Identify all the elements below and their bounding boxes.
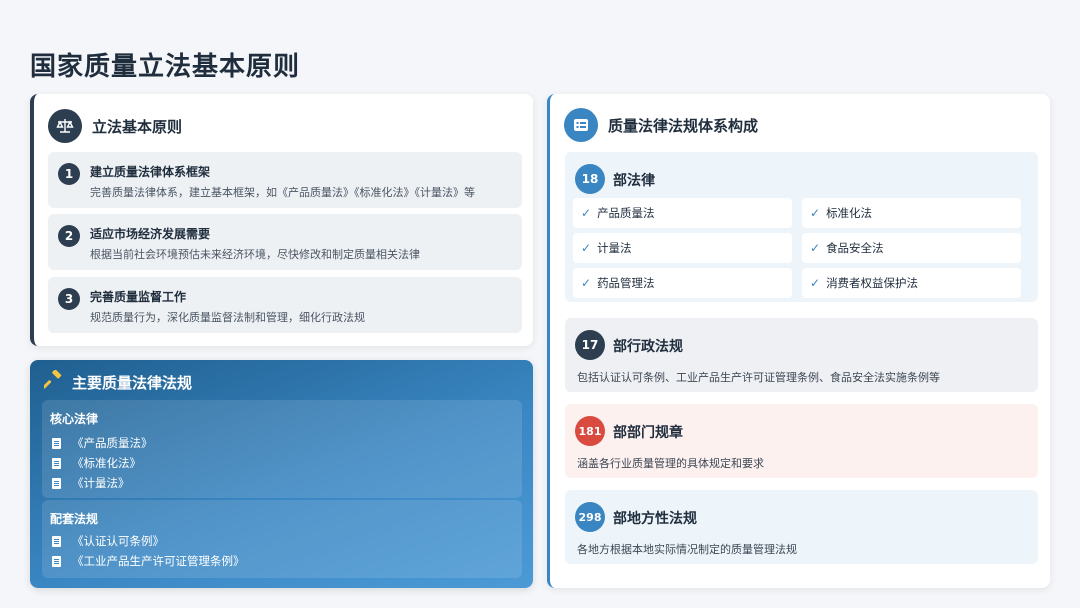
- law-chip: ✓ 标准化法: [802, 198, 1021, 228]
- system-card: 质量法律法规体系构成 18 部法律 ✓ 产品质量法 ✓ 标准化法 ✓ 计量法 ✓ 食品安…: [547, 94, 1050, 588]
- document-icon: [52, 437, 61, 449]
- principle-desc: 规范质量行为，深化质量监督法制和管理，细化行政法规: [90, 311, 365, 324]
- dept-label: 部部门规章: [613, 425, 683, 441]
- laws-block: 18 部法律 ✓ 产品质量法 ✓ 标准化法 ✓ 计量法 ✓ 食品安全法 ✓ 药品管理法 ✓…: [565, 152, 1038, 302]
- page-title: 国家质量立法基本原则: [30, 52, 301, 82]
- dept-rules-block: 181 部部门规章 涵盖各行业质量管理的具体规定和要求: [565, 404, 1038, 478]
- law-chip: ✓ 消费者权益保护法: [802, 268, 1021, 298]
- number-badge: 3: [58, 288, 80, 310]
- check-icon: ✓: [810, 241, 821, 255]
- principle-item-2: 2 适应市场经济发展需要 根据当前社会环境预估未来经济环境，尽快修改和制定质量相…: [48, 214, 522, 270]
- principle-title: 建立质量法律体系框架: [90, 165, 211, 179]
- law-list-item: 《产品质量法》: [52, 435, 153, 451]
- document-icon: [52, 477, 61, 489]
- system-header: 质量法律法规体系构成: [564, 108, 758, 142]
- document-icon: [52, 555, 61, 567]
- law-list-item: 《工业产品生产许可证管理条例》: [52, 553, 245, 569]
- count-badge: 298: [575, 502, 605, 532]
- check-icon: ✓: [581, 206, 592, 220]
- local-regulations-block: 298 部地方性法规 各地方根据本地实际情况制定的质量管理法规: [565, 490, 1038, 564]
- principles-header: 立法基本原则: [48, 109, 182, 143]
- local-desc: 各地方根据本地实际情况制定的质量管理法规: [577, 543, 797, 556]
- principles-title: 立法基本原则: [92, 117, 183, 136]
- system-title: 质量法律法规体系构成: [608, 116, 759, 135]
- count-badge: 18: [575, 164, 605, 194]
- gavel-icon: [42, 369, 64, 395]
- check-icon: ✓: [810, 206, 821, 220]
- list-icon: [564, 108, 598, 142]
- local-label: 部地方性法规: [613, 511, 697, 527]
- main-laws-card: 主要质量法律法规 核心法律 《产品质量法》 《标准化法》 《计量法》 配套法规 …: [30, 360, 533, 588]
- document-icon: [52, 535, 61, 547]
- number-badge: 1: [58, 163, 80, 185]
- principle-title: 适应市场经济发展需要: [90, 227, 211, 241]
- admin-regulations-block: 17 部行政法规 包括认证认可条例、工业产品生产许可证管理条例、食品安全法实施条…: [565, 318, 1038, 392]
- dept-desc: 涵盖各行业质量管理的具体规定和要求: [577, 457, 764, 470]
- law-chip: ✓ 计量法: [573, 233, 792, 263]
- principle-item-1: 1 建立质量法律体系框架 完善质量法律体系，建立基本框架，如《产品质量法》《标准…: [48, 152, 522, 208]
- supporting-laws-title: 配套法规: [50, 512, 99, 526]
- law-list-item: 《标准化法》: [52, 455, 141, 471]
- count-badge: 17: [575, 330, 605, 360]
- law-chip: ✓ 药品管理法: [573, 268, 792, 298]
- principle-item-3: 3 完善质量监督工作 规范质量行为，深化质量监督法制和管理，细化行政法规: [48, 277, 522, 333]
- scale-icon: [48, 109, 82, 143]
- document-icon: [52, 457, 61, 469]
- core-laws-group: 核心法律 《产品质量法》 《标准化法》 《计量法》: [42, 400, 522, 498]
- admin-label: 部行政法规: [613, 339, 683, 355]
- law-list-item: 《计量法》: [52, 475, 130, 491]
- principle-title: 完善质量监督工作: [90, 290, 187, 304]
- number-badge: 2: [58, 225, 80, 247]
- count-badge: 181: [575, 416, 605, 446]
- principle-desc: 完善质量法律体系，建立基本框架，如《产品质量法》《标准化法》《计量法》等: [90, 186, 475, 199]
- main-laws-header: 主要质量法律法规: [42, 369, 193, 395]
- law-list-item: 《认证认可条例》: [52, 533, 164, 549]
- law-chip: ✓ 食品安全法: [802, 233, 1021, 263]
- core-laws-title: 核心法律: [50, 412, 99, 426]
- check-icon: ✓: [581, 276, 592, 290]
- law-chip: ✓ 产品质量法: [573, 198, 792, 228]
- check-icon: ✓: [581, 241, 592, 255]
- supporting-laws-group: 配套法规 《认证认可条例》 《工业产品生产许可证管理条例》: [42, 500, 522, 578]
- principles-card: 立法基本原则 1 建立质量法律体系框架 完善质量法律体系，建立基本框架，如《产品…: [30, 94, 533, 346]
- principle-desc: 根据当前社会环境预估未来经济环境，尽快修改和制定质量相关法律: [90, 248, 420, 261]
- admin-desc: 包括认证认可条例、工业产品生产许可证管理条例、食品安全法实施条例等: [577, 371, 940, 384]
- laws-label: 部法律: [613, 173, 655, 189]
- check-icon: ✓: [810, 276, 821, 290]
- main-laws-title: 主要质量法律法规: [72, 374, 193, 392]
